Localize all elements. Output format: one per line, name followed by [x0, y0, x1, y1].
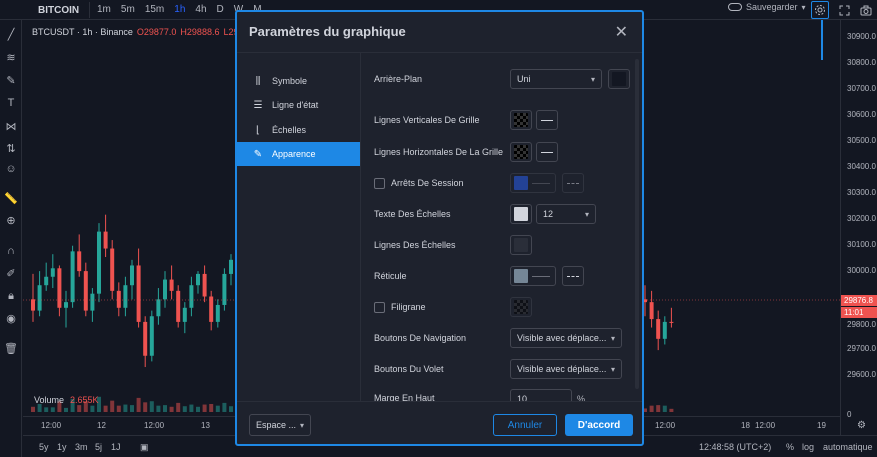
- settings-sidebar: ⫼ Symbole ☰ Ligne d'état ⌊ Échelles ✎ Ap…: [237, 53, 361, 401]
- scale-text-size-select[interactable]: 12 ▾: [536, 204, 596, 224]
- top-margin-control: 10 %: [510, 388, 585, 401]
- select-value: Visible avec déplace...: [517, 333, 607, 343]
- scale-lines-color-swatch[interactable]: [510, 235, 532, 255]
- appearance-settings: Arrière-Plan Uni ▾ Lignes Verticales De …: [361, 53, 642, 401]
- select-value: Visible avec déplace...: [517, 364, 607, 374]
- row-label: Arrière-Plan: [374, 74, 423, 84]
- row-label: Filigrane: [391, 302, 426, 312]
- template-label: Espace ...: [256, 420, 297, 430]
- scales-icon: ⌊: [256, 124, 260, 136]
- sidebar-item-label: Symbole: [272, 76, 308, 86]
- template-button[interactable]: Espace ... ▾: [249, 414, 311, 436]
- row-label: Réticule: [374, 271, 407, 281]
- sidebar-item-status-line[interactable]: ☰ Ligne d'état: [237, 93, 360, 117]
- cancel-button[interactable]: Annuler: [493, 414, 557, 436]
- sidebar-item-symbol[interactable]: ⫼ Symbole: [237, 69, 360, 93]
- sidebar-item-label: Apparence: [272, 149, 316, 159]
- row-scale-text: Texte Des Échelles 12 ▾: [374, 203, 642, 225]
- row-label: Boutons De Navigation: [374, 333, 467, 343]
- crosshair-line-style[interactable]: [562, 266, 584, 286]
- select-value: Uni: [517, 74, 531, 84]
- crosshair-color[interactable]: [510, 266, 556, 286]
- chart-settings-dialog: Paramètres du graphique ✕ ⫼ Symbole ☰ Li…: [235, 10, 644, 446]
- scale-text-color-swatch[interactable]: [510, 204, 532, 224]
- scrollbar[interactable]: [635, 59, 639, 389]
- ok-button[interactable]: D'accord: [565, 414, 633, 436]
- row-pane-buttons: Boutons Du Volet Visible avec déplace...…: [374, 358, 642, 380]
- select-value: 12: [543, 209, 554, 219]
- sidebar-item-scales[interactable]: ⌊ Échelles: [237, 118, 360, 142]
- close-icon[interactable]: ✕: [615, 22, 628, 42]
- background-color-swatch[interactable]: [608, 69, 630, 89]
- vertical-grid-line-style[interactable]: [536, 110, 558, 130]
- watermark-checkbox[interactable]: [374, 301, 385, 313]
- row-horizontal-grid: Lignes Horizontales De La Grille: [374, 141, 642, 163]
- status-line-icon: ☰: [253, 99, 263, 111]
- sidebar-item-label: Ligne d'état: [272, 100, 319, 110]
- row-crosshair: Réticule: [374, 265, 642, 287]
- dialog-title: Paramètres du graphique: [249, 24, 406, 39]
- row-label: Arrêts De Session: [391, 178, 464, 188]
- row-vertical-grid: Lignes Verticales De Grille: [374, 109, 642, 131]
- background-type-select[interactable]: Uni ▾: [510, 69, 602, 89]
- session-breaks-color[interactable]: [510, 173, 556, 193]
- row-label: Lignes Verticales De Grille: [374, 115, 480, 125]
- chevron-down-icon: ▾: [610, 364, 615, 374]
- pane-buttons-select[interactable]: Visible avec déplace... ▾: [510, 359, 622, 379]
- row-watermark: Filigrane: [374, 296, 642, 318]
- row-scale-lines: Lignes Des Échelles: [374, 234, 642, 256]
- unit-label: %: [577, 394, 586, 401]
- candles-icon: ⫼: [255, 75, 261, 87]
- chevron-down-icon: ▾: [610, 333, 615, 343]
- sidebar-item-appearance[interactable]: ✎ Apparence: [237, 142, 360, 166]
- row-label: Marge En Haut: [374, 393, 435, 401]
- row-session-breaks: Arrêts De Session: [374, 172, 642, 194]
- top-margin-input[interactable]: 10: [510, 389, 572, 401]
- row-label: Lignes Des Échelles: [374, 240, 456, 250]
- horizontal-grid-line-style[interactable]: [536, 142, 558, 162]
- divider: [237, 401, 642, 402]
- row-background: Arrière-Plan Uni ▾: [374, 68, 642, 90]
- horizontal-grid-color-swatch[interactable]: [510, 142, 532, 162]
- chevron-down-icon: ▾: [584, 209, 589, 219]
- row-navigation-buttons: Boutons De Navigation Visible avec dépla…: [374, 327, 642, 349]
- session-breaks-line-style[interactable]: [562, 173, 584, 193]
- dialog-overlay: Paramètres du graphique ✕ ⫼ Symbole ☰ Li…: [0, 0, 877, 457]
- sidebar-item-label: Échelles: [272, 125, 307, 135]
- chevron-down-icon: ▾: [299, 420, 304, 430]
- watermark-color-swatch[interactable]: [510, 297, 532, 317]
- row-label: Texte Des Échelles: [374, 209, 451, 219]
- brush-icon: ✎: [253, 148, 263, 160]
- vertical-grid-color-swatch[interactable]: [510, 110, 532, 130]
- row-top-margin: Marge En Haut 10 %: [374, 387, 642, 401]
- navigation-buttons-select[interactable]: Visible avec déplace... ▾: [510, 328, 622, 348]
- row-label: Lignes Horizontales De La Grille: [374, 147, 504, 157]
- row-label: Boutons Du Volet: [374, 364, 444, 374]
- chevron-down-icon: ▾: [590, 74, 595, 84]
- session-breaks-checkbox[interactable]: [374, 177, 385, 189]
